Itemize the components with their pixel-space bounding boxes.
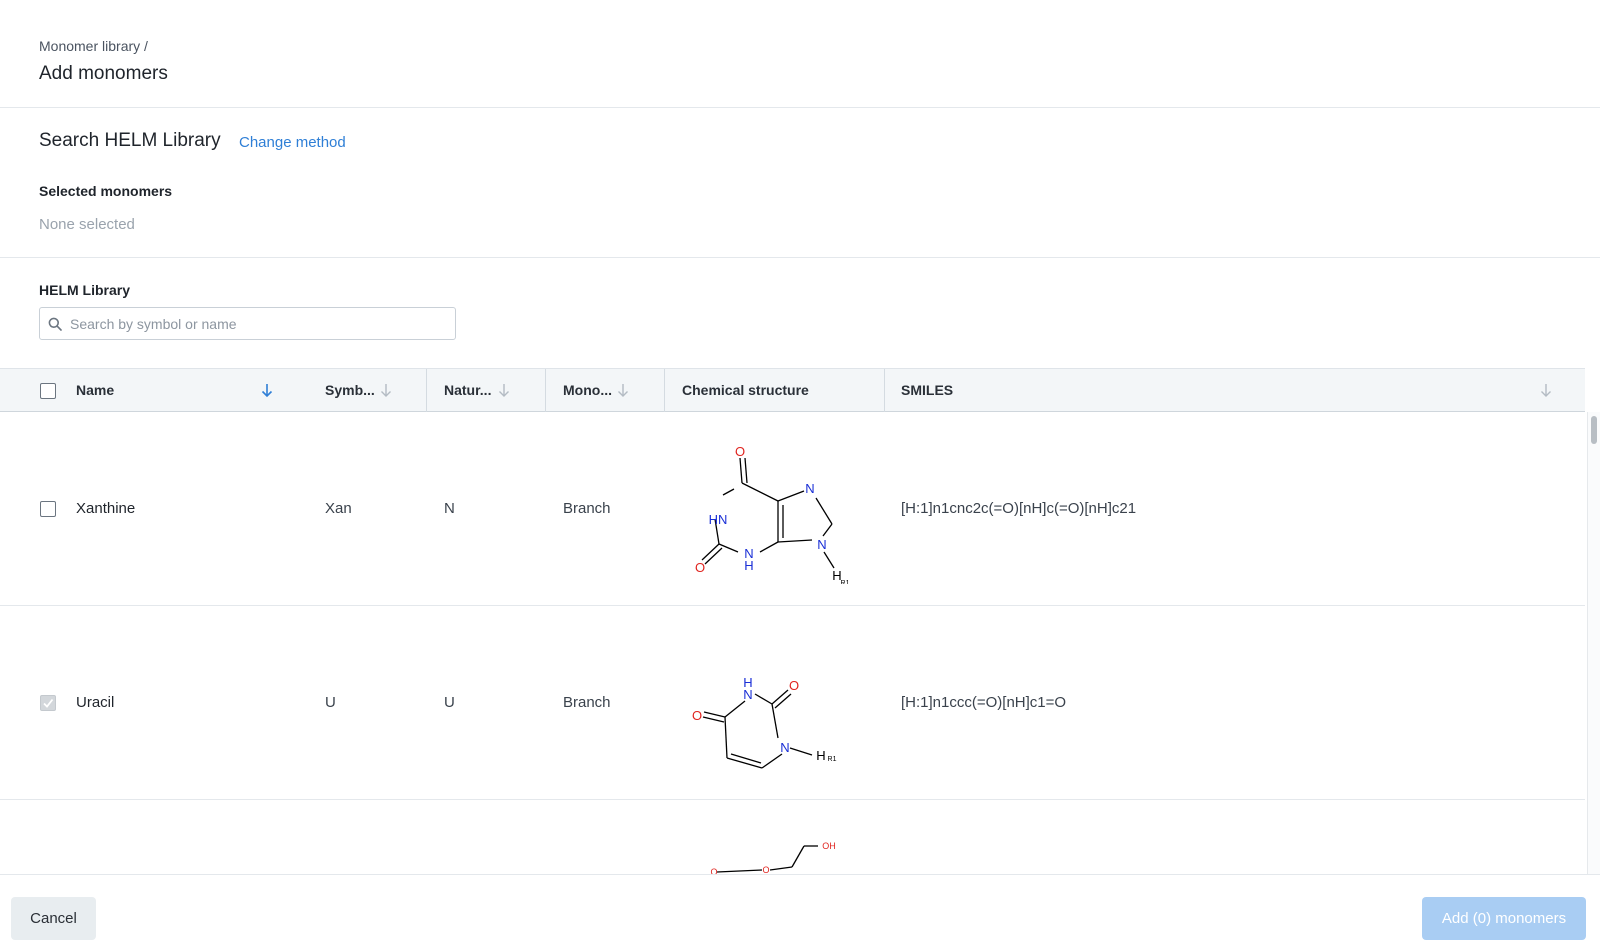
row-checkbox[interactable] [40,695,56,711]
footer: Cancel Add (0) monomers [0,874,1600,952]
r1-label: R1 [841,580,850,584]
row-natural: U [444,694,455,711]
sort-arrow-down-icon[interactable] [380,383,392,398]
table-header: Name Symb... Natur... Mono... Chemical s… [0,368,1585,412]
atom-oxygen: O [789,678,799,693]
atom-nitrogen: N [805,481,814,496]
search-input[interactable] [70,308,450,339]
column-header-structure: Chemical structure [682,382,809,398]
atom-oxygen: O [710,867,717,874]
page-header: Monomer library / Add monomers [0,0,1600,108]
scrollbar-thumb[interactable] [1591,416,1597,444]
table-scrollbar[interactable] [1587,412,1600,874]
column-header-name[interactable]: Name [76,369,114,412]
row-symbol: Xan [325,500,352,517]
method-section: Search HELM Library Change method Select… [0,108,1600,258]
change-method-link[interactable]: Change method [239,134,346,151]
sort-arrow-down-icon[interactable] [1540,383,1552,398]
row-smiles: [H:1]n1cnc2c(=O)[nH]c(=O)[nH]c21 [901,500,1137,517]
cancel-button[interactable]: Cancel [11,897,96,940]
helm-library-label: HELM Library [39,282,131,298]
checkmark-icon [43,698,54,708]
column-divider[interactable] [545,369,546,412]
table-row[interactable]: Uracil U U Branch H N O O N H R1 [H:1]n1… [0,606,1585,800]
table-row[interactable]: Xanthine Xan N Branch O HN O N H N N H R… [0,412,1585,606]
column-divider[interactable] [664,369,665,412]
atom-nitrogen: N [780,740,789,755]
page-title: Add monomers [39,63,168,84]
row-monomer-type: Branch [563,500,611,517]
method-title: Search HELM Library [39,130,221,151]
column-header-natural[interactable]: Natur... [444,369,491,412]
atom-hydroxyl: OH [822,841,836,851]
sort-arrow-down-icon[interactable] [498,383,510,398]
atom-hydrogen: H [744,558,753,573]
atom-nitrogen: N [743,687,752,702]
atom-oxygen: O [762,865,769,874]
row-checkbox[interactable] [40,501,56,517]
selected-monomers-value: None selected [39,216,135,233]
atom-nitrogen-h: HN [709,512,728,527]
column-header-smiles[interactable]: SMILES [901,369,953,412]
row-name: Xanthine [76,500,136,517]
sort-arrow-down-icon[interactable] [261,383,273,398]
breadcrumb[interactable]: Monomer library / [39,38,148,54]
atom-oxygen: O [735,444,745,459]
row-smiles: [H:1]n1ccc(=O)[nH]c1=O [901,694,1067,711]
chemical-structure-uracil: H N O O N H R1 [692,675,837,769]
column-header-monomer-type[interactable]: Mono... [563,369,612,412]
row-name: Uracil [76,694,115,711]
atom-hydrogen-r1: H [816,748,825,763]
sort-arrow-down-icon[interactable] [617,383,629,398]
atom-oxygen: O [692,708,702,723]
select-all-checkbox[interactable] [40,383,56,399]
selected-monomers-label: Selected monomers [39,183,173,199]
row-natural: N [444,500,455,517]
column-divider[interactable] [426,369,427,412]
atom-oxygen: O [695,560,705,575]
r1-label: R1 [828,756,837,763]
search-icon [48,317,62,331]
search-box[interactable] [39,307,456,340]
row-symbol: U [325,694,336,711]
column-header-symbol[interactable]: Symb... [325,369,375,412]
row-monomer-type: Branch [563,694,611,711]
table-row[interactable]: OH O O [0,800,1585,874]
chemical-structure-xanthine: O HN O N H N N H R1 [695,444,850,584]
chemical-structure-partial: OH O O [710,841,836,874]
atom-nitrogen: N [817,537,826,552]
table-body: Xanthine Xan N Branch O HN O N H N N H R… [0,412,1585,874]
column-divider[interactable] [884,369,885,412]
add-monomers-button[interactable]: Add (0) monomers [1422,897,1586,940]
